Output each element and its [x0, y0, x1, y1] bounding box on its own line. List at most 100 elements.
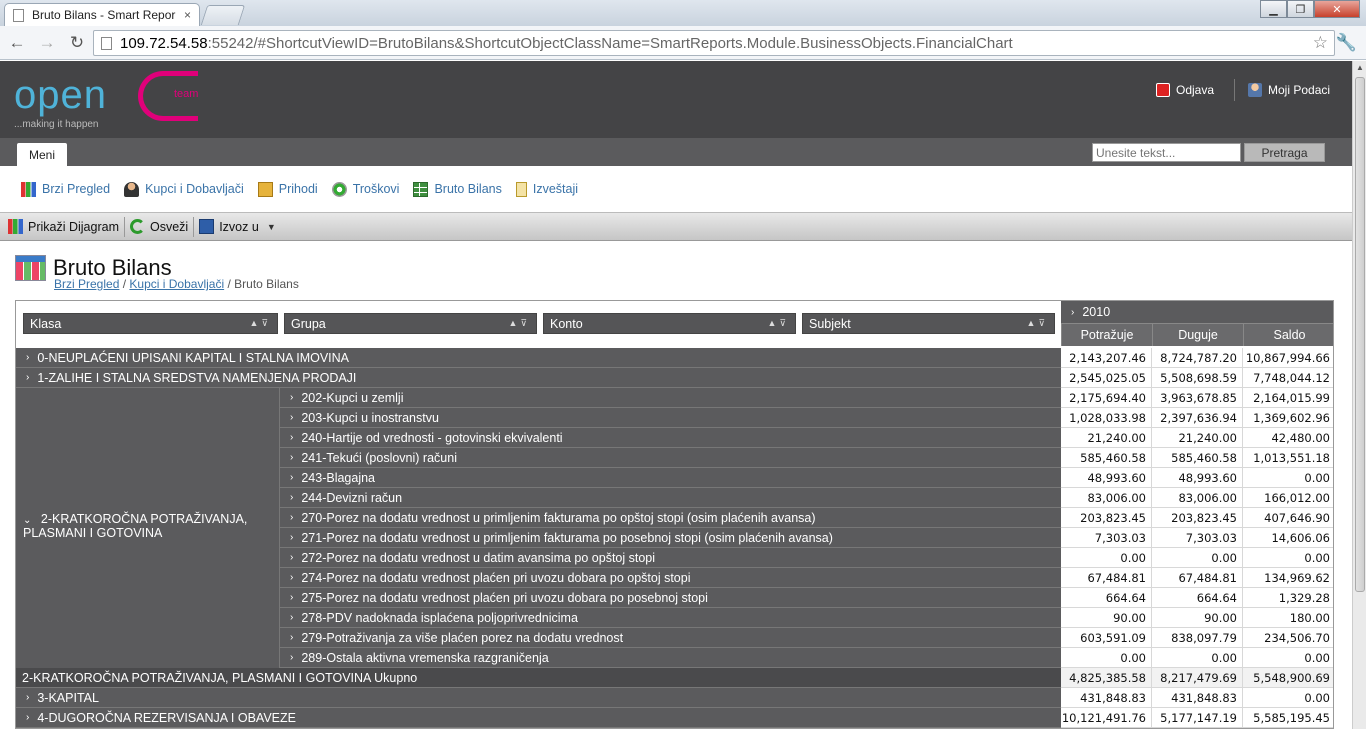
- value-cells: 7,303.03 7,303.03 14,606.06: [1061, 528, 1333, 548]
- cell-duguje: 5,508,698.59: [1152, 368, 1243, 388]
- cell-potrazuje: 7,303.03: [1061, 528, 1152, 548]
- value-cells: 203,823.45 203,823.45 407,646.90: [1061, 508, 1333, 528]
- chevron-right-icon: ›: [290, 392, 294, 403]
- reload-icon[interactable]: ↻: [64, 33, 90, 53]
- klasa-row-header[interactable]: › 0-NEUPLAĆENI UPISANI KAPITAL I STALNA I…: [16, 348, 1061, 368]
- measure-saldo[interactable]: Saldo: [1243, 323, 1333, 346]
- sort-filter-icon[interactable]: ▲⊽: [768, 318, 790, 329]
- close-tab-icon[interactable]: ×: [184, 8, 191, 22]
- toolbar-divider: [124, 216, 125, 237]
- profile-link[interactable]: Moji Podaci: [1248, 83, 1330, 97]
- shortcut-troskovi[interactable]: Troškovi: [331, 181, 399, 197]
- browser-tabbar: Bruto Bilans - Smart Repor × ▁ ❐ ✕: [0, 0, 1366, 26]
- grupa-row-header[interactable]: › 275-Porez na dodatu vrednost plaćen pri…: [280, 588, 1061, 608]
- logout-link[interactable]: Odjava: [1156, 83, 1214, 97]
- year-header[interactable]: › 2010: [1061, 301, 1333, 323]
- cell-saldo: 0.00: [1243, 468, 1333, 488]
- value-cells: 1,028,033.98 2,397,636.94 1,369,602.96: [1061, 408, 1333, 428]
- chevron-right-icon: ›: [290, 632, 294, 643]
- bookmark-star-icon[interactable]: ☆: [1313, 33, 1328, 53]
- breadcrumb-brzi-pregled[interactable]: Brzi Pregled: [54, 277, 119, 291]
- klasa-row-header[interactable]: › 4-DUGOROČNA REZERVISANJA I OBAVEZE: [16, 708, 1061, 728]
- sort-filter-icon[interactable]: ▲⊽: [250, 318, 272, 329]
- new-tab-button[interactable]: [200, 5, 246, 25]
- forward-icon[interactable]: →: [34, 33, 60, 53]
- grupa-row-header[interactable]: › 274-Porez na dodatu vrednost plaćen pri…: [280, 568, 1061, 588]
- tab-meni[interactable]: Meni: [17, 143, 67, 166]
- measure-duguje[interactable]: Duguje: [1152, 323, 1243, 346]
- shortcut-label: Bruto Bilans: [434, 182, 502, 196]
- search-button[interactable]: Pretraga: [1244, 143, 1325, 162]
- field-konto[interactable]: Konto ▲⊽: [543, 313, 796, 334]
- tab-title: Bruto Bilans - Smart Repor: [32, 8, 176, 22]
- table-row: › 244-Devizni račun 83,006.00 83,006.00 166,…: [16, 488, 1333, 508]
- field-subjekt[interactable]: Subjekt ▲⊽: [802, 313, 1055, 334]
- scrollbar-thumb[interactable]: [1355, 77, 1365, 592]
- klasa-row-header[interactable]: › 1-ZALIHE I STALNA SREDSTVA NAMENJENA PR…: [16, 368, 1061, 388]
- table-row: › 3-KAPITAL 431,848.83 431,848.83 0.00: [16, 688, 1333, 708]
- show-chart-button[interactable]: Prikaži Dijagram: [4, 213, 123, 240]
- sort-filter-icon[interactable]: ▲⊽: [1027, 318, 1049, 329]
- grupa-row-header[interactable]: › 243-Blagajna: [280, 468, 1061, 488]
- klasa-row-header[interactable]: › 3-KAPITAL: [16, 688, 1061, 708]
- total-row-header[interactable]: 2-KRATKOROČNA POTRAŽIVANJA, PLASMANI I G…: [16, 668, 1061, 688]
- row-label: 278-PDV nadoknada isplaćena poljoprivred…: [301, 610, 578, 625]
- cell-potrazuje: 603,591.09: [1061, 628, 1152, 648]
- chevron-right-icon: ›: [290, 432, 294, 443]
- table-row: › 0-NEUPLAĆENI UPISANI KAPITAL I STALNA I…: [16, 348, 1333, 368]
- minimize-icon[interactable]: ▁: [1260, 0, 1287, 18]
- person-icon: [124, 181, 140, 197]
- cell-potrazuje: 83,006.00: [1061, 488, 1152, 508]
- grupa-row-header[interactable]: › 244-Devizni račun: [280, 488, 1061, 508]
- cell-duguje: 8,217,479.69: [1152, 668, 1243, 688]
- grupa-row-header[interactable]: › 270-Porez na dodatu vrednost u primljen…: [280, 508, 1061, 528]
- grupa-row-header[interactable]: › 240-Hartije od vrednosti - gotovinski e…: [280, 428, 1061, 448]
- cell-saldo: 1,369,602.96: [1243, 408, 1333, 428]
- logo[interactable]: open team ...making it happen: [14, 71, 224, 131]
- cell-saldo: 7,748,044.12: [1243, 368, 1333, 388]
- field-grupa[interactable]: Grupa ▲⊽: [284, 313, 537, 334]
- shortcut-label: Prihodi: [278, 182, 318, 196]
- close-window-icon[interactable]: ✕: [1314, 0, 1360, 18]
- wrench-icon[interactable]: 🔧: [1336, 33, 1357, 53]
- back-icon[interactable]: ←: [4, 33, 30, 53]
- grupa-row-header[interactable]: › 241-Tekući (poslovni) računi: [280, 448, 1061, 468]
- cell-saldo: 5,585,195.45: [1243, 708, 1333, 728]
- search-input[interactable]: [1092, 143, 1241, 162]
- table-row: › 274-Porez na dodatu vrednost plaćen pri…: [16, 568, 1333, 588]
- grupa-row-header[interactable]: › 271-Porez na dodatu vrednost u primljen…: [280, 528, 1061, 548]
- shortcut-bruto-bilans[interactable]: Bruto Bilans: [413, 181, 502, 197]
- value-cells: 90.00 90.00 180.00: [1061, 608, 1333, 628]
- row-label: 0-NEUPLAĆENI UPISANI KAPITAL I STALNA IM…: [37, 350, 350, 365]
- shortcut-kupci-dobavljaci[interactable]: Kupci i Dobavljači: [124, 181, 244, 197]
- table-row: › 240-Hartije od vrednosti - gotovinski e…: [16, 428, 1333, 448]
- sort-filter-icon[interactable]: ▲⊽: [509, 318, 531, 329]
- breadcrumb: Brzi Pregled / Kupci i Dobavljači / Brut…: [54, 277, 299, 291]
- grupa-row-header[interactable]: › 203-Kupci u inostranstvu: [280, 408, 1061, 428]
- grupa-row-header[interactable]: › 272-Porez na dodatu vrednost u datim av…: [280, 548, 1061, 568]
- report-grid-icon: [15, 255, 46, 281]
- breadcrumb-separator: /: [227, 277, 231, 291]
- measure-potrazuje[interactable]: Potražuje: [1061, 323, 1152, 346]
- chevron-right-icon: ›: [290, 532, 294, 543]
- browser-tab[interactable]: Bruto Bilans - Smart Repor ×: [4, 3, 200, 26]
- vertical-scrollbar[interactable]: ▲: [1352, 61, 1366, 729]
- browser-navbar: ← → ↻ 109.72.54.58:55242/#ShortcutViewID…: [0, 26, 1366, 60]
- grupa-row-header[interactable]: › 202-Kupci u zemlji: [280, 388, 1061, 408]
- grupa-row-header[interactable]: › 289-Ostala aktivna vremenska razgraniče…: [280, 648, 1061, 668]
- shortcut-prihodi[interactable]: Prihodi: [257, 181, 318, 197]
- maximize-icon[interactable]: ❐: [1287, 0, 1314, 18]
- scroll-up-icon[interactable]: ▲: [1356, 63, 1364, 72]
- row-label: 1-ZALIHE I STALNA SREDSTVA NAMENJENA PRO…: [37, 370, 357, 385]
- breadcrumb-kupci-dobavljaci[interactable]: Kupci i Dobavljači: [129, 277, 224, 291]
- grupa-row-header[interactable]: › 278-PDV nadoknada isplaćena poljoprivre…: [280, 608, 1061, 628]
- export-dropdown[interactable]: Izvoz u ▼: [195, 213, 280, 240]
- toolbar-divider: [193, 216, 195, 237]
- refresh-button[interactable]: Osveži: [126, 213, 192, 240]
- shortcut-brzi-pregled[interactable]: Brzi Pregled: [21, 181, 110, 197]
- field-klasa[interactable]: Klasa ▲⊽: [23, 313, 278, 334]
- address-bar[interactable]: 109.72.54.58:55242/#ShortcutViewID=Bruto…: [93, 30, 1335, 56]
- grupa-row-header[interactable]: › 279-Potraživanja za više plaćen porez n…: [280, 628, 1061, 648]
- shortcut-izvestaji[interactable]: Izveštaji: [515, 181, 578, 197]
- cell-potrazuje: 48,993.60: [1061, 468, 1152, 488]
